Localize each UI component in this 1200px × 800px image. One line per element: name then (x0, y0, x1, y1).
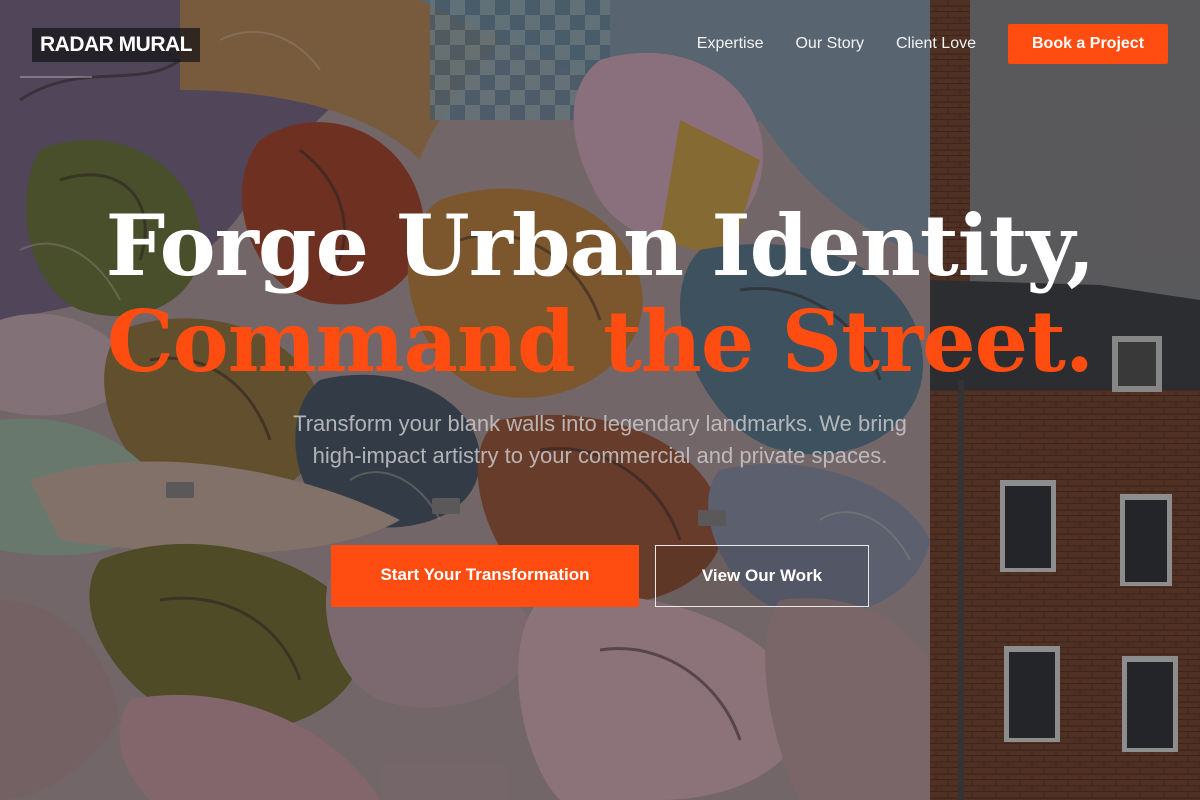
headline-line-1: Forge Urban Identity, (105, 196, 1096, 295)
nav-link-our-story[interactable]: Our Story (795, 30, 863, 58)
hero-subtitle: Transform your blank walls into legendar… (293, 411, 907, 468)
hero-section: RADAR MURAL Expertise Our Story Client L… (0, 0, 1200, 800)
start-transformation-button[interactable]: Start Your Transformation (331, 545, 639, 607)
nav-link-client-love[interactable]: Client Love (896, 30, 976, 58)
dark-overlay (0, 0, 1200, 800)
view-work-button[interactable]: View Our Work (655, 545, 869, 607)
nav-links: Expertise Our Story Client Love (697, 30, 976, 58)
nav-link-expertise[interactable]: Expertise (697, 30, 764, 58)
headline-line-2: Command the Street. (106, 292, 1094, 391)
site-logo[interactable]: RADAR MURAL (32, 28, 200, 62)
book-project-button[interactable]: Book a Project (1008, 24, 1168, 64)
logo-divider (20, 76, 92, 78)
hero-headline: Forge Urban Identity, Command the Street… (0, 198, 1200, 390)
top-navigation: RADAR MURAL Expertise Our Story Client L… (0, 0, 1200, 88)
